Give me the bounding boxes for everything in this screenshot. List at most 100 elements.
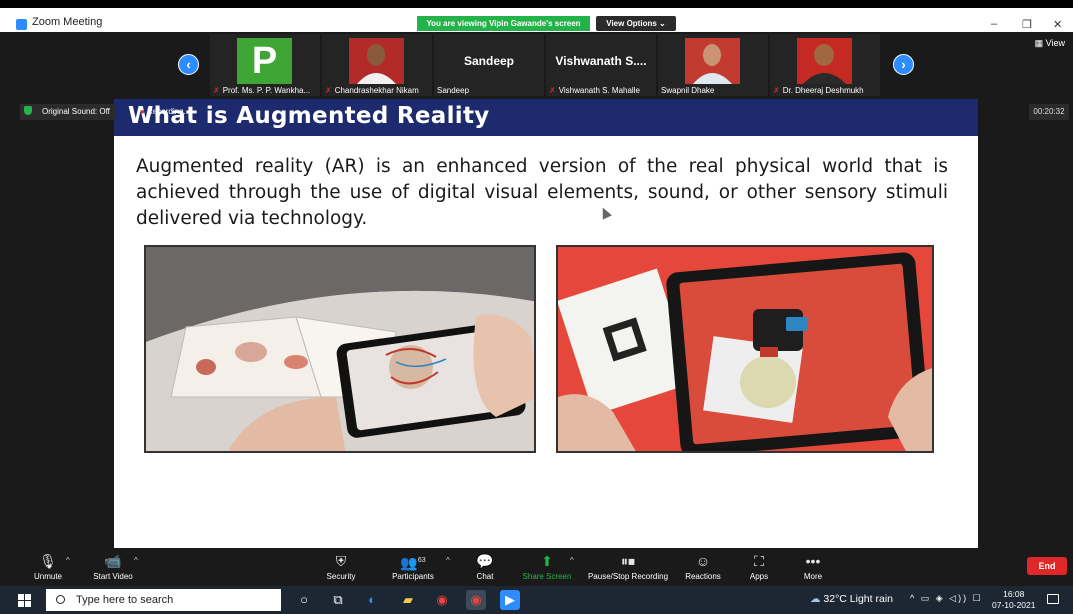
participant-name: Swapnil Dhake [661,86,715,95]
meeting-controls-bar: 🎙 Unmute ^ 📹 Start Video ^ ⛨ Security 👥6… [0,548,1073,586]
person-photo-icon [803,44,846,84]
security-button[interactable]: ⛨ Security [322,552,360,581]
chat-label: Chat [476,572,494,581]
ar-anatomy-book-image [144,245,536,453]
zoom-meeting-window: Zoom Meeting You are viewing Vipin Gawan… [0,0,1073,614]
muted-mic-icon: ✗ [213,86,220,95]
view-layout-button[interactable]: ▦ View [1035,38,1065,49]
participant-avatar: P [237,38,292,84]
original-sound-button[interactable]: Original Sound: Off [20,104,116,120]
participant-name: Sandeep [437,86,470,95]
title-bar: Zoom Meeting You are viewing Vipin Gawan… [0,0,1073,32]
notification-center-icon[interactable] [1047,594,1059,604]
maximize-button[interactable]: ❐ [1022,18,1032,31]
participants-button[interactable]: 👥63 Participants [388,552,438,581]
window-title: Zoom Meeting [32,16,103,28]
participant-strip: ‹ P ✗ Prof. Ms. P. P. Wankha... ✗ Chandras… [0,32,1073,96]
participant-big-name: Vishwanath S.... [555,54,647,68]
weather-widget[interactable]: ☁ 32°C Light rain [810,593,893,605]
chrome-active-icon[interactable]: ◉ [466,590,486,610]
recording-indicator: ● Recording... [140,104,190,120]
participants-icon: 👥63 [400,554,426,571]
participant-photo [797,38,852,84]
close-button[interactable]: ✕ [1053,18,1062,31]
muted-microphone-icon: 🎙 [39,553,57,569]
muted-mic-icon: ✗ [773,86,780,95]
unmute-label: Unmute [33,572,62,581]
smiley-plus-icon: ☺ [695,553,711,569]
search-placeholder: Type here to search [76,594,174,606]
ar-tablet-illustration [558,247,932,451]
chrome-icon[interactable]: ◉ [432,590,452,610]
windows-start-icon[interactable] [18,594,31,607]
edge-browser-icon[interactable]: ◐ [362,590,382,610]
presentation-slide: What is Augmented Reality Augmented real… [114,99,978,548]
clock-date: 07-10-2021 [992,600,1036,610]
file-explorer-icon[interactable]: ▰ [398,590,418,610]
original-sound-label: Original Sound: Off [42,107,110,116]
taskbar-clock[interactable]: 16:08 07-10-2021 [992,589,1035,611]
unmute-button[interactable]: 🎙 Unmute [30,552,66,581]
viewing-screen-banner: You are viewing Vipin Gawande's screen [417,16,590,31]
video-options-caret[interactable]: ^ [134,556,138,565]
more-dots-icon: ••• [805,553,821,569]
participant-name: Dr. Dheeraj Deshmukh [782,86,864,95]
weather-label: 32°C Light rain [823,593,893,605]
participants-count: 63 [417,557,426,564]
system-tray[interactable]: ^ ▭ ◈ ◁)) ☐ [910,593,983,604]
taskbar-search-box[interactable]: Type here to search [46,589,281,611]
pause-stop-recording-button[interactable]: ⏸⏹ Pause/Stop Recording [584,552,672,581]
video-off-icon: 📹 [104,553,122,569]
chat-button[interactable]: 💬 Chat [472,552,498,581]
task-view-icon[interactable]: ⧉ [328,590,348,610]
start-video-button[interactable]: 📹 Start Video [88,552,138,581]
pause-recording-label: Pause/Stop Recording [587,572,669,581]
more-button[interactable]: ••• More [798,552,828,581]
share-screen-button[interactable]: ⬆ Share Screen [520,552,574,581]
person-photo-icon [357,44,396,84]
participant-tile[interactable]: Swapnil Dhake [658,34,768,96]
cortana-icon[interactable]: ○ [294,590,314,610]
apps-button[interactable]: ⛶ Apps [744,552,774,581]
participant-name: Vishwanath S. Mahalle [558,86,640,95]
start-video-label: Start Video [93,572,133,581]
windows-taskbar: Type here to search ○ ⧉ ◐ ▰ ◉ ◉ ▶ ☁ 32°C… [0,586,1073,614]
next-participants-button[interactable]: › [893,54,914,75]
cloud-rain-icon: ☁ [810,593,821,605]
zoom-taskbar-icon[interactable]: ▶ [500,590,520,610]
audio-options-caret[interactable]: ^ [66,556,70,565]
clock-time: 16:08 [1003,589,1025,599]
participant-tile[interactable]: P ✗ Prof. Ms. P. P. Wankha... [210,34,320,96]
minimize-button[interactable]: – [991,18,997,30]
search-icon [56,595,65,604]
muted-mic-icon: ✗ [325,86,332,95]
participant-tile[interactable]: ✗ Dr. Dheeraj Deshmukh [770,34,880,96]
participant-tile[interactable]: Vishwanath S.... ✗ Vishwanath S. Mahalle [546,34,656,96]
meeting-timer: 00:20:32 [1029,104,1069,120]
ar-tablet-image [556,245,934,453]
security-label: Security [326,572,356,581]
participant-tile[interactable]: ✗ Chandrashekhar Nikam [322,34,432,96]
participants-options-caret[interactable]: ^ [446,556,450,565]
zoom-logo-icon [16,19,27,30]
recording-label: Recording... [147,107,191,116]
shield-icon: ⛨ [335,553,347,569]
apps-label: Apps [749,572,769,581]
record-dot-icon: ● [140,107,145,116]
previous-participants-button[interactable]: ‹ [178,54,199,75]
participant-name: Chandrashekhar Nikam [334,86,419,95]
chat-bubble-icon: 💬 [476,553,494,569]
muted-mic-icon: ✗ [549,86,556,95]
view-options-button[interactable]: View Options ⌄ [596,16,676,31]
slide-body-text: Augmented reality (AR) is an enhanced ve… [136,156,948,229]
participant-photo [349,38,404,84]
reactions-label: Reactions [685,572,721,581]
end-meeting-button[interactable]: End [1027,557,1067,575]
reactions-button[interactable]: ☺ Reactions [682,552,724,581]
pause-stop-icon: ⏸⏹ [621,553,635,569]
participant-tile[interactable]: Sandeep Sandeep [434,34,544,96]
more-label: More [803,572,823,581]
shield-icon [24,106,32,115]
slide-header-bar: What is Augmented Reality [114,99,978,136]
share-options-caret[interactable]: ^ [570,556,574,565]
